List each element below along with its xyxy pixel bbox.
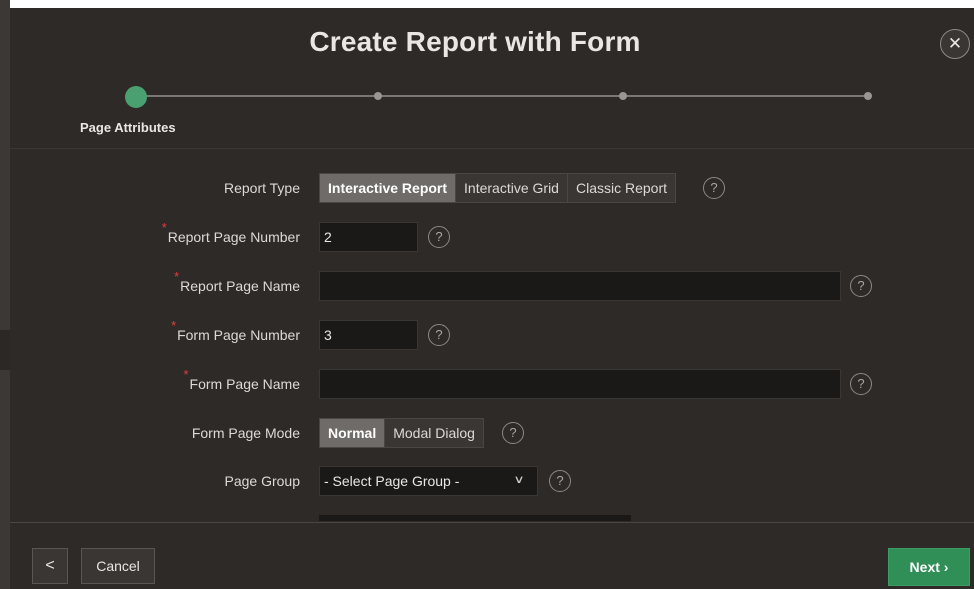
wizard-current-step-label: Page Attributes [80, 120, 176, 135]
form-page-number-input[interactable]: 3 [319, 320, 418, 350]
help-icon[interactable]: ? [428, 226, 450, 248]
form-page-mode-selector: Normal Modal Dialog [319, 418, 484, 448]
cancel-button[interactable]: Cancel [81, 548, 155, 584]
form-page-number-label-text: Form Page Number [177, 327, 300, 343]
dialog-title: Create Report with Form [309, 26, 641, 57]
report-type-row: Report Type Interactive Report Interacti… [10, 173, 974, 203]
help-icon[interactable]: ? [428, 324, 450, 346]
page-group-row: Page Group - Select Page Group - ∨ ? [10, 466, 974, 496]
form-page-name-row: * Form Page Name ? [10, 367, 974, 399]
form-page-name-input[interactable] [319, 369, 841, 399]
create-report-dialog: Create Report with Form ✕ Page Attribute… [10, 8, 974, 589]
wizard-step-2-indicator [374, 92, 382, 100]
required-marker: * [174, 269, 180, 284]
help-icon[interactable]: ? [703, 177, 725, 199]
wizard-progress-line [136, 95, 867, 97]
help-icon[interactable]: ? [850, 373, 872, 395]
report-page-name-row: * Report Page Name ? [10, 269, 974, 301]
report-type-label: Report Type [223, 180, 300, 196]
help-icon[interactable]: ? [850, 275, 872, 297]
report-type-interactive-grid[interactable]: Interactive Grid [456, 174, 568, 202]
report-page-name-label-text: Report Page Name [180, 278, 300, 294]
required-marker: * [183, 367, 189, 382]
report-page-number-input[interactable]: 2 [319, 222, 418, 252]
wizard-step-4-indicator [864, 92, 872, 100]
report-type-interactive-report[interactable]: Interactive Report [320, 174, 457, 202]
help-icon[interactable]: ? [502, 422, 524, 444]
page-group-selected-value: - Select Page Group - [324, 473, 460, 489]
page-group-select[interactable]: - Select Page Group - ∨ [319, 466, 538, 496]
close-icon[interactable]: ✕ [940, 29, 970, 59]
previous-button[interactable]: < [32, 548, 68, 584]
form-page-mode-modal-dialog[interactable]: Modal Dialog [385, 419, 483, 447]
report-type-classic-report[interactable]: Classic Report [567, 174, 676, 202]
form-page-mode-row: Form Page Mode Normal Modal Dialog ? [10, 418, 974, 448]
report-page-number-row: * Report Page Number 2 ? [10, 220, 974, 252]
form-page-name-label-text: Form Page Name [189, 376, 300, 392]
form-page-name-label: * Form Page Name [184, 367, 300, 399]
report-page-number-label-text: Report Page Number [167, 229, 300, 245]
form-page-mode-label: Form Page Mode [191, 425, 300, 441]
dialog-footer: < Cancel Next › [10, 522, 974, 589]
chevron-down-icon: ∨ [513, 474, 525, 486]
background-window-edge [0, 0, 10, 589]
report-page-number-label: * Report Page Number [162, 220, 300, 252]
next-button[interactable]: Next › [888, 548, 970, 586]
required-marker: * [161, 220, 167, 235]
report-type-selector: Interactive Report Interactive Grid Clas… [319, 173, 677, 203]
next-field-partially-visible [319, 515, 631, 521]
report-page-name-input[interactable] [319, 271, 841, 301]
wizard-step-1-indicator [125, 86, 147, 108]
form-page-number-label: * Form Page Number [171, 318, 300, 350]
page-group-label: Page Group [224, 473, 301, 489]
wizard-step-3-indicator [619, 92, 627, 100]
background-window-notch [0, 330, 10, 370]
form-page-number-row: * Form Page Number 3 ? [10, 318, 974, 350]
required-marker: * [171, 318, 177, 333]
header-divider [10, 148, 974, 149]
form-page-mode-normal[interactable]: Normal [320, 419, 386, 447]
help-icon[interactable]: ? [549, 470, 571, 492]
report-page-name-label: * Report Page Name [174, 269, 300, 301]
